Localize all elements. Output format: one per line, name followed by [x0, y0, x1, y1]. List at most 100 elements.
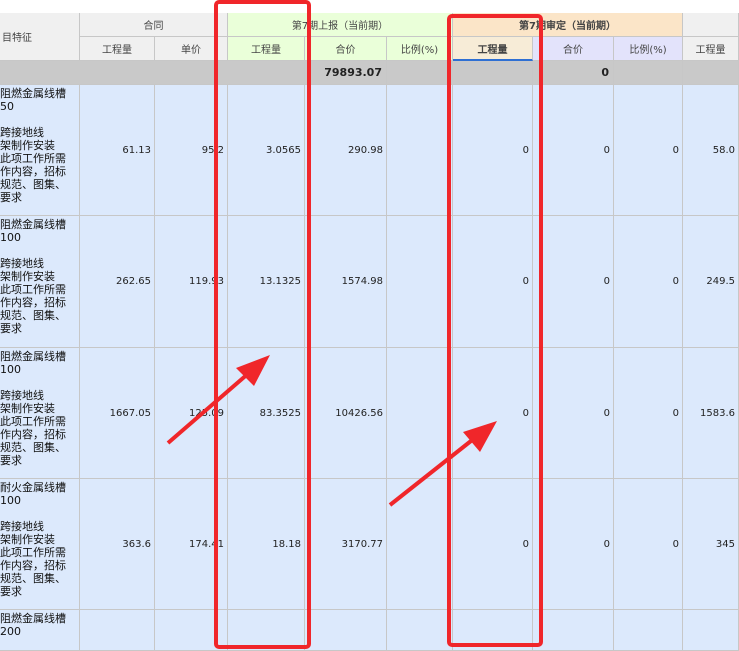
feature-line: 此项工作所需 — [0, 152, 66, 165]
cell-review-amount[interactable] — [533, 610, 614, 651]
feature-line: 100 — [0, 231, 21, 244]
cell-contract-qty[interactable] — [80, 610, 155, 651]
cell-report-qty[interactable] — [228, 610, 305, 651]
header-report-ratio[interactable]: 比例(%) — [387, 37, 453, 61]
summary-review-qty — [453, 61, 533, 85]
cell-report-qty[interactable]: 3.0565 — [228, 85, 305, 216]
feature-line: 阻燃金属线槽 — [0, 87, 66, 100]
feature-line: 50 — [0, 100, 14, 113]
cell-next-qty[interactable]: 249.5 — [683, 216, 739, 348]
feature-line: 架制作安装 — [0, 402, 55, 415]
cell-review-ratio[interactable]: 0 — [614, 479, 683, 610]
cell-item-feature[interactable]: 耐火金属线槽 100 跨接地线 架制作安装 此项工作所需 作内容，招标 规范、图集、 要求 — [0, 479, 80, 610]
feature-line: 架制作安装 — [0, 533, 55, 546]
header-item-feature: 目特征 — [0, 13, 80, 61]
cell-next-qty[interactable] — [683, 610, 739, 651]
cell-contract-price[interactable]: 119.93 — [155, 216, 228, 348]
feature-line: 架制作安装 — [0, 139, 55, 152]
cell-item-feature[interactable]: 阻燃金属线槽 100 跨接地线 架制作安装 此项工作所需 作内容，招标 规范、图集、 要求 — [0, 348, 80, 479]
header-report-group: 第7期上报（当前期） — [228, 13, 453, 37]
feature-line: 跨接地线 — [0, 389, 44, 402]
cell-report-ratio[interactable] — [387, 85, 453, 216]
cell-contract-qty[interactable]: 1667.05 — [80, 348, 155, 479]
feature-line: 此项工作所需 — [0, 415, 66, 428]
cell-report-qty[interactable]: 13.1325 — [228, 216, 305, 348]
header-contract-price[interactable]: 单价 — [155, 37, 228, 61]
cell-report-qty[interactable]: 83.3525 — [228, 348, 305, 479]
header-contract-qty[interactable]: 工程量 — [80, 37, 155, 61]
cell-review-qty[interactable]: 0 — [453, 85, 533, 216]
feature-line: 耐火金属线槽 — [0, 481, 66, 494]
cell-review-qty[interactable] — [453, 610, 533, 651]
cell-item-feature[interactable]: 阻燃金属线槽 100 跨接地线 架制作安装 此项工作所需 作内容，招标 规范、图集、 要求 — [0, 216, 80, 348]
feature-line — [0, 507, 79, 520]
header-report-amount[interactable]: 合价 — [305, 37, 387, 61]
cell-review-qty[interactable]: 0 — [453, 348, 533, 479]
feature-line: 架制作安装 — [0, 270, 55, 283]
summary-review-ratio — [614, 61, 683, 85]
feature-line: 要求 — [0, 585, 22, 598]
cell-review-amount[interactable]: 0 — [533, 216, 614, 348]
feature-line: 阻燃金属线槽 — [0, 350, 66, 363]
feature-line — [0, 244, 79, 257]
cell-next-qty[interactable]: 58.0 — [683, 85, 739, 216]
cell-report-ratio[interactable] — [387, 610, 453, 651]
cell-report-qty[interactable]: 18.18 — [228, 479, 305, 610]
cell-report-ratio[interactable] — [387, 348, 453, 479]
cell-item-feature[interactable]: 阻燃金属线槽 50 跨接地线 架制作安装 此项工作所需 作内容，招标 规范、图集、 要求 — [0, 85, 80, 216]
cell-review-amount[interactable]: 0 — [533, 479, 614, 610]
header-review-amount[interactable]: 合价 — [533, 37, 614, 61]
cell-report-ratio[interactable] — [387, 479, 453, 610]
feature-line: 100 — [0, 363, 21, 376]
header-contract-group: 合同 — [80, 13, 228, 37]
cell-review-ratio[interactable]: 0 — [614, 216, 683, 348]
header-next-group — [683, 13, 739, 37]
cell-review-ratio[interactable]: 0 — [614, 85, 683, 216]
cell-review-qty[interactable]: 0 — [453, 479, 533, 610]
feature-line: 规范、图集、 — [0, 178, 66, 191]
summary-next — [683, 61, 739, 85]
cell-contract-price[interactable]: 174.41 — [155, 479, 228, 610]
cell-next-qty[interactable]: 345 — [683, 479, 739, 610]
cell-item-feature[interactable]: 阻燃金属线槽 200 — [0, 610, 80, 651]
cell-review-ratio[interactable] — [614, 610, 683, 651]
cell-report-amount[interactable]: 1574.98 — [305, 216, 387, 348]
feature-line — [0, 376, 79, 389]
cell-report-amount[interactable]: 3170.77 — [305, 479, 387, 610]
cell-review-amount[interactable]: 0 — [533, 348, 614, 479]
cell-report-amount[interactable]: 290.98 — [305, 85, 387, 216]
cell-contract-qty[interactable]: 262.65 — [80, 216, 155, 348]
cell-contract-price[interactable] — [155, 610, 228, 651]
feature-line: 规范、图集、 — [0, 309, 66, 322]
cell-next-qty[interactable]: 1583.6 — [683, 348, 739, 479]
header-review-group: 第7期审定（当前期） — [453, 13, 683, 37]
header-review-qty[interactable]: 工程量 — [453, 37, 533, 61]
cell-report-amount[interactable] — [305, 610, 387, 651]
feature-line: 跨接地线 — [0, 257, 44, 270]
feature-line: 要求 — [0, 454, 22, 467]
feature-line: 100 — [0, 494, 21, 507]
feature-line — [0, 113, 79, 126]
feature-line: 阻燃金属线槽 — [0, 612, 66, 625]
summary-review-amount: 0 — [533, 61, 614, 85]
feature-line: 要求 — [0, 191, 22, 204]
cell-review-ratio[interactable]: 0 — [614, 348, 683, 479]
cell-review-amount[interactable]: 0 — [533, 85, 614, 216]
cell-contract-price[interactable]: 125.09 — [155, 348, 228, 479]
quantity-table: 目特征 合同 第7期上报（当前期） 第7期审定（当前期） 工程量 单价 工程量 … — [0, 0, 739, 651]
feature-line: 要求 — [0, 322, 22, 335]
header-review-ratio[interactable]: 比例(%) — [614, 37, 683, 61]
cell-review-qty[interactable]: 0 — [453, 216, 533, 348]
feature-line: 规范、图集、 — [0, 572, 66, 585]
header-report-qty[interactable]: 工程量 — [228, 37, 305, 61]
header-next-qty[interactable]: 工程量 — [683, 37, 739, 61]
feature-line: 此项工作所需 — [0, 283, 66, 296]
feature-line: 阻燃金属线槽 — [0, 218, 66, 231]
cell-contract-qty[interactable]: 61.13 — [80, 85, 155, 216]
cell-contract-qty[interactable]: 363.6 — [80, 479, 155, 610]
cell-report-ratio[interactable] — [387, 216, 453, 348]
feature-line: 规范、图集、 — [0, 441, 66, 454]
feature-line: 作内容，招标 — [0, 559, 66, 572]
cell-report-amount[interactable]: 10426.56 — [305, 348, 387, 479]
cell-contract-price[interactable]: 95.2 — [155, 85, 228, 216]
